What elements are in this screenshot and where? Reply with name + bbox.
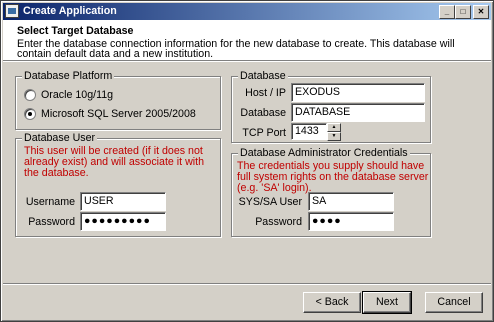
window-title: Create Application (23, 5, 117, 17)
header-divider (3, 60, 491, 62)
admin-credentials-group: Database Administrator Credentials The c… (231, 147, 431, 237)
oracle-radio[interactable]: Oracle 10g/11g (24, 89, 113, 101)
cancel-button[interactable]: Cancel (425, 292, 483, 313)
database-user-note: This user will be created (if it does no… (24, 145, 205, 179)
admin-credentials-legend: Database Administrator Credentials (238, 147, 410, 159)
spin-up-icon[interactable]: ▲ (327, 123, 341, 132)
back-button[interactable]: < Back (303, 292, 361, 313)
host-label: Host / IP (245, 87, 286, 99)
port-spinner[interactable]: ▲ ▼ (327, 123, 341, 142)
maximize-icon[interactable]: □ (455, 5, 471, 19)
sa-password-input[interactable]: ●●●● (308, 212, 394, 231)
page-title: Select Target Database (17, 25, 134, 37)
sqlserver-label: Microsoft SQL Server 2005/2008 (41, 108, 196, 120)
radio-icon (24, 89, 36, 101)
next-button[interactable]: Next (362, 291, 412, 314)
username-label: Username (25, 196, 75, 208)
admin-credentials-note: The credentials you supply should have f… (237, 160, 429, 194)
sa-password-label: Password (255, 216, 302, 228)
application-icon (5, 4, 19, 18)
close-icon[interactable]: ✕ (473, 5, 489, 19)
port-label: TCP Port (242, 127, 286, 139)
user-password-label: Password (28, 216, 75, 228)
page-description: Enter the database connection informatio… (17, 38, 455, 60)
sa-user-label: SYS/SA User (238, 196, 302, 208)
database-legend: Database (238, 70, 288, 82)
database-label: Database (240, 107, 286, 119)
database-user-legend: Database User (22, 132, 98, 144)
minimize-icon[interactable]: _ (439, 5, 455, 19)
footer-divider (3, 283, 491, 285)
port-input[interactable]: 1433 (291, 123, 327, 140)
sa-user-input[interactable]: SA (308, 192, 394, 211)
database-platform-legend: Database Platform (22, 70, 115, 82)
radio-selected-icon (24, 108, 36, 120)
user-password-input[interactable]: ●●●●●●●●● (80, 212, 166, 231)
spin-down-icon[interactable]: ▼ (327, 132, 341, 141)
sqlserver-radio[interactable]: Microsoft SQL Server 2005/2008 (24, 108, 196, 120)
create-application-window: Create Application _ □ ✕ Select Target D… (0, 0, 494, 322)
host-input[interactable]: EXODUS (291, 83, 425, 102)
username-input[interactable]: USER (80, 192, 166, 211)
wizard-header: Select Target Database Enter the databas… (3, 20, 491, 60)
database-platform-group: Database Platform Oracle 10g/11g Microso… (15, 70, 221, 130)
oracle-label: Oracle 10g/11g (41, 89, 114, 101)
database-input[interactable]: DATABASE (291, 103, 425, 122)
database-group: Database Host / IP EXODUS Database DATAB… (231, 70, 431, 143)
database-user-group: Database User This user will be created … (15, 132, 221, 237)
title-bar[interactable]: Create Application _ □ ✕ (3, 3, 491, 20)
